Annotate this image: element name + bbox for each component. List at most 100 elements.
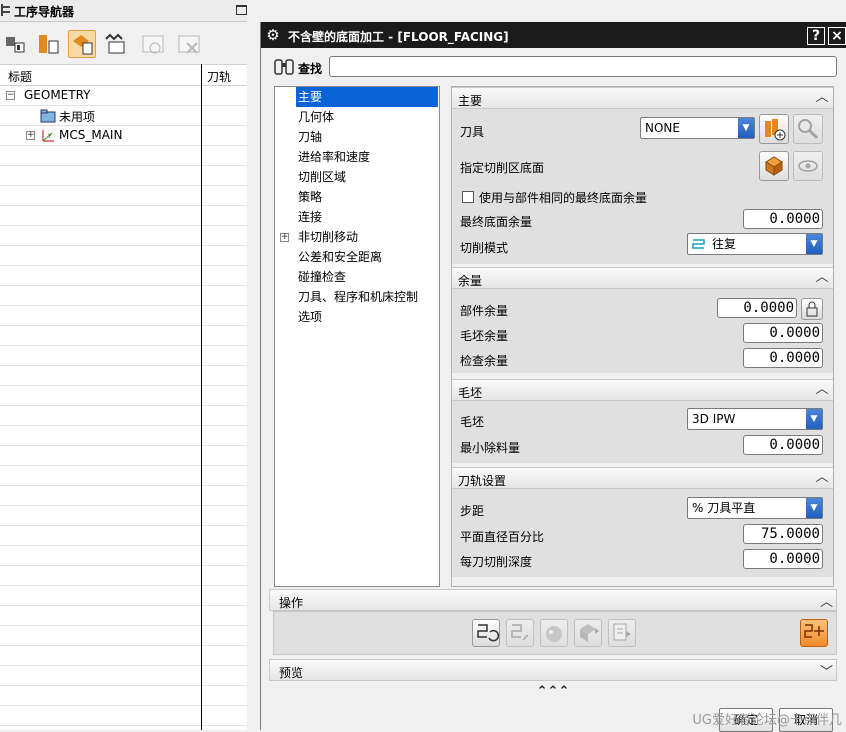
verify-icon — [546, 626, 562, 642]
binoculars-icon — [274, 59, 294, 75]
more-options-toggle[interactable]: ⌃⌃⌃ — [269, 684, 837, 700]
dialog-page-tree: 主要 几何体 刀轴 进给率和速度 切削区域 策略 连接 + 非切削移动 公差和安… — [274, 86, 440, 587]
page-item-feeds-speeds[interactable]: 进给率和速度 — [296, 147, 438, 167]
select-floor-button[interactable] — [759, 151, 789, 181]
collapse-chevron-icon[interactable]: ︿ — [813, 469, 831, 487]
page-item-geometry[interactable]: 几何体 — [296, 107, 438, 127]
simulate-icon — [580, 624, 599, 642]
floor-geometry-icon — [765, 156, 783, 176]
geometry-view-icon — [73, 35, 93, 55]
add-operation-button[interactable] — [800, 619, 828, 647]
depth-per-cut-input[interactable]: 0.0000 — [743, 549, 823, 569]
new-tool-icon — [765, 119, 786, 141]
stepover-select[interactable]: % 刀具平直 ▼ — [687, 497, 823, 519]
dialog-titlebar: ⚙ 不含壁的底面加工 - [FLOOR_FACING] ? × — [261, 22, 846, 48]
blank-label: 毛坯 — [460, 415, 485, 429]
group-stock-header[interactable]: 余量 ︿ — [452, 267, 833, 289]
delete-operation-button[interactable] — [174, 30, 202, 58]
expand-chevron-icon[interactable]: ﹀ — [820, 661, 833, 680]
list-output-button[interactable] — [608, 619, 636, 647]
cut-pattern-label: 切削模式 — [460, 241, 509, 255]
verify-button[interactable] — [540, 619, 568, 647]
blank-select[interactable]: 3D IPW ▼ — [687, 408, 823, 430]
column-name-header[interactable]: 标题 — [8, 68, 32, 85]
flat-diameter-input[interactable]: 75.0000 — [743, 524, 823, 544]
folder-icon — [40, 109, 56, 123]
navigator-icon — [1, 4, 10, 16]
dialog-title: 不含壁的底面加工 - [FLOOR_FACING] — [288, 30, 509, 44]
check-stock-label: 检查余量 — [460, 354, 509, 368]
page-item-collision-check[interactable]: 碰撞检查 — [296, 267, 438, 287]
tool-label: 刀具 — [460, 125, 485, 139]
wrench-icon — [798, 119, 819, 140]
same-floor-stock-checkbox[interactable] — [462, 191, 474, 203]
navigator-tree: − GEOMETRY 未用项 + Y MCS_MAIN — [0, 86, 247, 730]
dialog-content: 主要 ︿ 刀具 NONE ▼ 指定切削区底面 使用与部件相同的最终底面余量 最终… — [451, 86, 834, 587]
collapse-chevron-icon[interactable]: ︿ — [813, 381, 831, 399]
tool-select[interactable]: NONE ▼ — [640, 117, 755, 139]
preview-title: 预览 — [279, 666, 304, 680]
final-floor-stock-label: 最终底面余量 — [460, 215, 533, 229]
depth-per-cut-label: 每刀切削深度 — [460, 555, 533, 569]
page-item-main[interactable]: 主要 — [296, 87, 438, 107]
new-tool-button[interactable] — [759, 114, 789, 144]
generate-button[interactable] — [472, 619, 500, 647]
group-blank-header[interactable]: 毛坯 ︿ — [452, 379, 833, 401]
page-item-strategy[interactable]: 策略 — [296, 187, 438, 207]
column-toolpath-header[interactable]: 刀轨 — [207, 68, 231, 85]
insert-operation-button[interactable] — [138, 30, 166, 58]
group-main-body: 刀具 NONE ▼ 指定切削区底面 使用与部件相同的最终底面余量 最终底面余量 … — [452, 109, 833, 264]
part-stock-input[interactable]: 0.0000 — [717, 298, 797, 318]
column-divider[interactable] — [201, 64, 202, 730]
lock-icon — [806, 301, 818, 317]
tree-row-geometry[interactable]: − GEOMETRY — [0, 86, 200, 106]
expand-icon[interactable]: + — [280, 233, 289, 242]
gear-icon[interactable]: ⚙ — [265, 27, 281, 43]
replay-button[interactable] — [506, 619, 534, 647]
tool-select-value: NONE — [645, 121, 680, 135]
blank-select-value: 3D IPW — [692, 412, 736, 426]
collapse-chevron-icon[interactable]: ︿ — [820, 591, 833, 610]
help-button[interactable]: ? — [807, 27, 825, 45]
group-title: 主要 — [458, 94, 483, 108]
tree-row-mcs-main[interactable]: + Y MCS_MAIN — [0, 126, 200, 146]
add-operation-icon — [804, 624, 824, 638]
lock-button[interactable] — [801, 298, 823, 320]
group-path-header[interactable]: 刀轨设置 ︿ — [452, 467, 833, 489]
cut-pattern-select[interactable]: 往复 ▼ — [687, 233, 823, 255]
close-button[interactable]: × — [828, 27, 846, 45]
page-item-options[interactable]: 选项 — [296, 307, 438, 327]
page-item-tolerances[interactable]: 公差和安全距离 — [296, 247, 438, 267]
simulate-button[interactable] — [574, 619, 602, 647]
operations-header[interactable]: 操作 ︿ — [269, 589, 837, 611]
page-item-non-cutting-moves[interactable]: 非切削移动 — [296, 227, 438, 247]
collapse-chevron-icon[interactable]: ︿ — [813, 89, 831, 107]
page-item-cut-region[interactable]: 切削区域 — [296, 167, 438, 187]
page-item-tool-axis[interactable]: 刀轴 — [296, 127, 438, 147]
group-main-header[interactable]: 主要 ︿ — [452, 87, 833, 109]
edit-tool-button[interactable] — [793, 114, 823, 144]
operation-navigator: 工序导航器 标题 刀轨 − GEOMETRY 未用项 + Y MCS_MAIN — [0, 0, 247, 730]
preview-header[interactable]: 预览 ﹀ — [269, 659, 837, 681]
blank-stock-input[interactable]: 0.0000 — [743, 323, 823, 343]
collapse-icon[interactable]: − — [6, 91, 15, 100]
geometry-view-button[interactable] — [68, 30, 96, 58]
machine-tool-view-button[interactable] — [34, 30, 62, 58]
operations-body — [273, 611, 837, 655]
final-floor-stock-input[interactable]: 0.0000 — [743, 209, 823, 229]
check-stock-input[interactable]: 0.0000 — [743, 348, 823, 368]
program-order-view-button[interactable] — [2, 30, 30, 58]
display-floor-button[interactable] — [793, 151, 823, 181]
page-item-machine-control[interactable]: 刀具、程序和机床控制 — [296, 287, 438, 307]
maximize-icon[interactable] — [236, 5, 247, 15]
machining-method-view-button[interactable] — [102, 30, 130, 58]
expand-icon[interactable]: + — [26, 131, 35, 140]
min-removal-input[interactable]: 0.0000 — [743, 435, 823, 455]
group-title: 毛坯 — [458, 386, 483, 400]
page-item-connections[interactable]: 连接 — [296, 207, 438, 227]
collapse-chevron-icon[interactable]: ︿ — [813, 269, 831, 287]
chevron-down-icon: ▼ — [738, 118, 754, 138]
tree-row-unused[interactable]: 未用项 — [0, 106, 200, 126]
find-input[interactable] — [329, 56, 837, 77]
navigator-column-header: 标题 刀轨 — [0, 64, 247, 86]
